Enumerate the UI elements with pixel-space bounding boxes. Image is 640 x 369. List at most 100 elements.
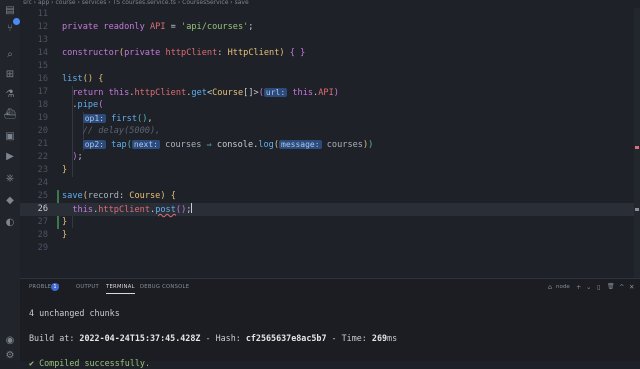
code-token: : — [217, 48, 228, 58]
code-line[interactable]: 22 ); — [20, 151, 640, 164]
code-line[interactable]: 14 constructor(private httpClient: HttpCl… — [20, 47, 640, 60]
code-text: .pipe( — [62, 99, 103, 112]
line-number: 29 — [37, 243, 48, 253]
code-token: . — [62, 100, 78, 110]
code-line[interactable]: 19 op1: first(), — [20, 112, 640, 125]
extensions-icon[interactable]: ⊞ — [4, 68, 16, 80]
code-token: ) — [62, 152, 78, 162]
inlay-hint: next: — [131, 140, 160, 149]
code-line[interactable]: 12 private readonly API = 'api/courses'; — [20, 21, 640, 34]
code-line[interactable]: 23} — [20, 164, 640, 177]
line-number: 23 — [37, 165, 48, 175]
split-terminal-button[interactable]: ▯ — [597, 283, 601, 291]
text-cursor — [191, 203, 193, 213]
ruler-cursor-mark — [635, 208, 639, 211]
bottom-panel: PROBLEMS 1 OUTPUT TERMINAL DEBUG CONSOLE… — [20, 278, 640, 368]
tab-debug-console[interactable]: DEBUG CONSOLE — [140, 284, 189, 290]
code-line[interactable]: 25 save(record: Course) { — [20, 190, 640, 203]
code-line[interactable]: 13 — [20, 34, 640, 47]
code-text: op2: tap(next: courses ⇒ console.log(mes… — [62, 138, 373, 152]
code-line[interactable]: 15 — [20, 60, 640, 73]
code-token: private — [124, 48, 166, 58]
code-line[interactable]: 21 op2: tap(next: courses ⇒ console.log(… — [20, 138, 640, 151]
code-token: save — [62, 191, 83, 201]
code-token: ; — [248, 22, 254, 32]
code-line[interactable]: 29 — [20, 242, 640, 255]
terminal-type-icon: ⌂ — [548, 283, 553, 291]
code-token: ) — [368, 140, 374, 150]
line-number: 18 — [37, 100, 48, 110]
code-line[interactable]: 27} — [20, 216, 640, 229]
kubernetes-icon[interactable]: ⎈ — [4, 172, 16, 184]
inlay-hint: op2: — [82, 140, 106, 149]
terminal-line: ✔ Compiled successfully. — [29, 357, 150, 369]
code-token: private readonly — [62, 22, 150, 32]
code-line[interactable]: 20 // delay(5000), — [20, 125, 640, 138]
code-line[interactable]: 16 list() { — [20, 73, 640, 86]
tab-output[interactable]: OUTPUT — [76, 284, 99, 290]
line-number: 19 — [37, 113, 48, 123]
code-token: record — [87, 191, 119, 201]
activity-bar: ▤ ⑂ ⌕ ⊞ ⚗ ⛴ ▣ ▶ ⎈ ◆ ◐ ◉ ⚙ — [0, 0, 21, 361]
terminal-text: ms — [387, 333, 398, 343]
code-text: save(record: Course) { — [62, 190, 176, 203]
code-token: } — [62, 230, 68, 240]
remote-explorer-icon[interactable]: ▣ — [4, 130, 16, 142]
code-line[interactable]: 17 return this.httpClient.get<Course[]>(… — [20, 86, 640, 99]
code-token: post — [155, 205, 176, 215]
docker-icon[interactable]: ⛴ — [4, 108, 17, 120]
code-text: op1: first(), — [62, 112, 153, 126]
search-icon[interactable]: ⌕ — [4, 48, 16, 60]
ruler-error-mark — [635, 146, 639, 149]
terminal-name[interactable]: node — [556, 284, 570, 290]
code-token: httpClient — [98, 205, 150, 215]
terminal-text: - Time: — [326, 333, 372, 343]
code-token: pipe — [77, 100, 99, 110]
panel-tabs: PROBLEMS 1 OUTPUT TERMINAL DEBUG CONSOLE… — [20, 279, 640, 295]
code-token: log — [258, 140, 274, 150]
code-token: Course — [129, 191, 161, 201]
code-editor[interactable]: 11 12 private readonly API = 'api/courses'… — [20, 8, 640, 278]
line-number: 14 — [37, 48, 48, 58]
tab-terminal[interactable]: TERMINAL — [106, 284, 135, 294]
code-token: courses — [326, 140, 363, 150]
git-graph-icon[interactable]: ◆ — [4, 194, 16, 206]
code-token: list — [62, 74, 83, 84]
new-terminal-button[interactable]: + — [576, 283, 581, 291]
kill-terminal-button[interactable]: 🗑 — [607, 283, 615, 290]
edge-icon[interactable]: ◐ — [4, 216, 16, 228]
code-line[interactable]: 26 this.httpClient.post(); — [20, 203, 640, 216]
code-token: courses — [165, 140, 202, 150]
account-icon[interactable]: ◉ — [4, 334, 16, 346]
code-token: this — [108, 88, 130, 98]
code-token: API — [149, 22, 166, 32]
line-number: 16 — [37, 74, 48, 84]
terminal-dropdown-button[interactable]: ⌄ — [586, 283, 591, 291]
breadcrumb[interactable]: src › app › course › services › TS cours… — [20, 0, 640, 8]
source-control-icon[interactable]: ⑂ — [4, 18, 20, 34]
testing-icon[interactable]: ⚗ — [4, 88, 16, 100]
code-token: // delay(5000), — [62, 126, 161, 136]
code-text: // delay(5000), — [62, 125, 161, 138]
code-line[interactable]: 18 .pipe( — [20, 99, 640, 112]
run-debug-icon[interactable]: ▶ — [4, 150, 16, 162]
code-line[interactable]: 28} — [20, 229, 640, 242]
settings-icon[interactable]: ⚙ — [4, 349, 16, 361]
code-token: } — [62, 217, 68, 227]
code-token: this — [72, 205, 94, 215]
code-token: httpClient — [165, 48, 218, 58]
code-token: return — [62, 88, 109, 98]
explorer-icon[interactable]: ▤ — [4, 4, 16, 16]
maximize-panel-button[interactable]: ^ — [619, 283, 624, 291]
code-line[interactable]: 11 — [20, 8, 640, 21]
line-number: 26 — [37, 204, 48, 214]
overview-ruler[interactable] — [634, 8, 640, 278]
code-token: httpClient — [134, 88, 187, 98]
code-token: API — [318, 88, 334, 98]
close-panel-button[interactable]: ✕ — [629, 283, 634, 291]
code-text: } — [62, 164, 67, 177]
code-line[interactable]: 24 — [20, 177, 640, 190]
code-token: { — [98, 74, 104, 84]
